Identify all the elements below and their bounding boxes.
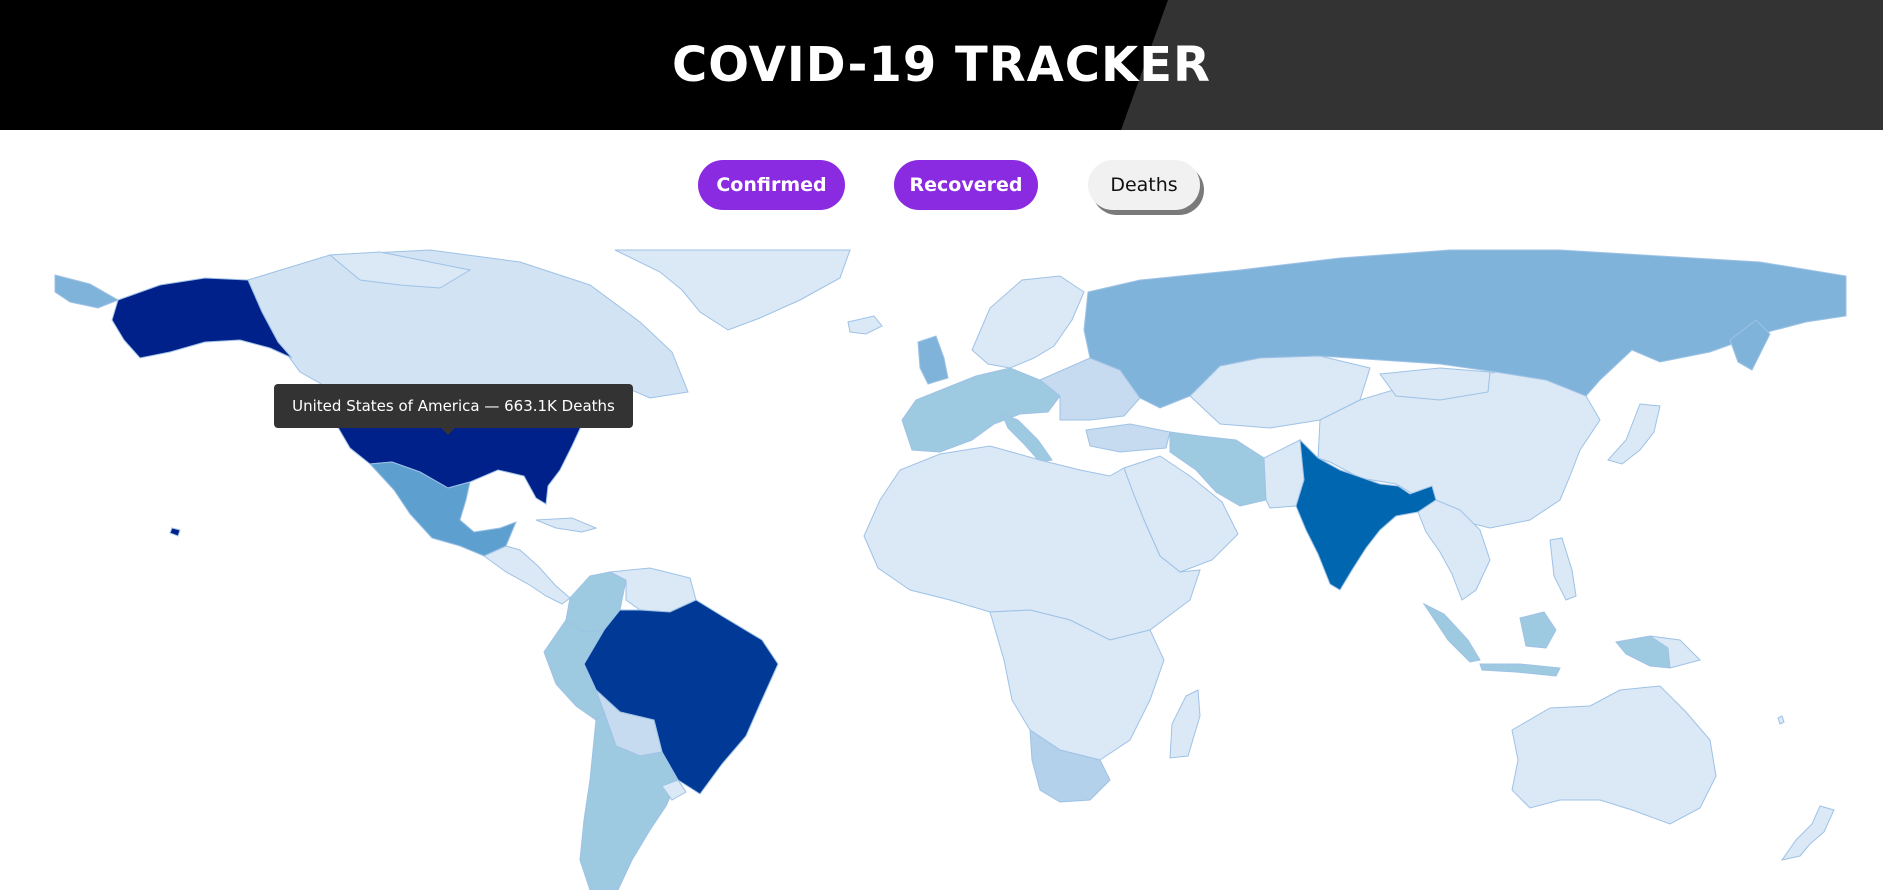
confirmed-button[interactable]: Confirmed <box>698 160 845 210</box>
metric-toggle-group: Confirmed Recovered Deaths <box>0 160 1883 212</box>
country-small-islands[interactable] <box>1777 715 1785 725</box>
country-australia[interactable] <box>1511 685 1717 825</box>
page-title: COVID-19 TRACKER <box>672 37 1211 93</box>
country-central-america[interactable] <box>483 545 571 605</box>
country-scandinavia[interactable] <box>971 275 1085 369</box>
country-cuba[interactable] <box>535 517 598 533</box>
country-turkey[interactable] <box>1085 423 1171 453</box>
country-usa-hawaii[interactable] <box>169 527 181 537</box>
country-greenland[interactable] <box>614 249 851 331</box>
country-madagascar[interactable] <box>1169 689 1201 759</box>
recovered-button[interactable]: Recovered <box>894 160 1038 210</box>
country-united-kingdom[interactable] <box>917 335 949 385</box>
country-philippines[interactable] <box>1549 537 1577 601</box>
country-new-zealand[interactable] <box>1780 805 1835 861</box>
country-indonesia[interactable] <box>1422 602 1561 677</box>
app-header: COVID-19 TRACKER <box>0 0 1883 130</box>
country-iceland[interactable] <box>847 315 883 335</box>
world-choropleth-map <box>0 248 1883 890</box>
country-russia-chukotka-west[interactable] <box>54 274 120 309</box>
map-tooltip: United States of America — 663.1K Deaths <box>274 384 633 428</box>
tooltip-pointer <box>441 428 455 435</box>
deaths-button[interactable]: Deaths <box>1088 160 1200 210</box>
country-japan[interactable] <box>1607 403 1661 465</box>
